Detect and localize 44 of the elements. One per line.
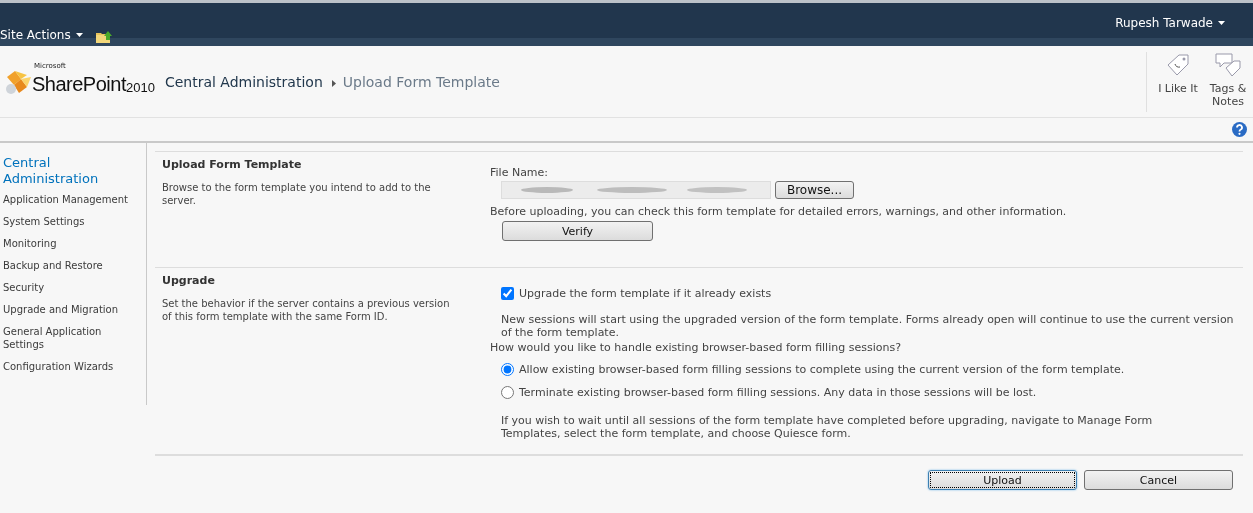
social-button[interactable]: I Like It	[1153, 52, 1203, 112]
radio-label: Allow existing browser-based form filling sessions to complete using the current version of the form template.	[519, 363, 1125, 376]
session-question: How would you like to handle existing browser-based form filling sessions?	[490, 341, 902, 354]
sidebar-link[interactable]: Security	[0, 281, 146, 294]
browse-button[interactable]: Browse...	[775, 181, 854, 199]
breadcrumb-link[interactable]: Central Administration	[164, 73, 323, 90]
user-menu[interactable]: Rupesh Tarwade	[1115, 16, 1225, 30]
sidebar-link[interactable]: System Settings	[0, 215, 146, 228]
page-title: Upload Form Template	[342, 73, 500, 90]
breadcrumb-arrow-icon	[331, 79, 336, 87]
radio-button[interactable]	[501, 386, 514, 399]
sidebar-link[interactable]: Upgrade and Migration	[0, 303, 146, 316]
sidebar-link[interactable]: Backup and Restore	[0, 259, 146, 272]
logo-wordmark: SharePoint	[32, 73, 126, 96]
field-label: File Name:	[490, 166, 550, 179]
help-icon[interactable]	[1232, 122, 1247, 137]
sidebar-link[interactable]: Application Management	[0, 193, 146, 206]
smiley-tag-icon	[1165, 52, 1191, 78]
social-button[interactable]: Tags & Notes	[1203, 52, 1253, 112]
section-description: Set the behavior if the server contains a previous version of this form template with the same Form ID.	[162, 297, 451, 323]
verify-button[interactable]: Verify	[502, 221, 653, 241]
quiesce-note: If you wish to wait until all sessions of the form template have completed before upgrading, navigate to Manage Form Templates, select the form template, and choose Quiesce form.	[500, 414, 1154, 440]
speech-tags-icon	[1214, 52, 1242, 78]
sidebar-link[interactable]: Monitoring	[0, 237, 146, 250]
site-actions-menu[interactable]: Site Actions	[0, 28, 83, 42]
form-button[interactable]: Upload	[928, 470, 1077, 490]
section-title: Upgrade	[162, 274, 216, 287]
verify-note: Before uploading, you can check this form template for detailed errors, warnings, and other information.	[490, 205, 1068, 218]
sidebar-link[interactable]: General Application Settings	[0, 325, 146, 351]
sidebar-heading-link[interactable]: Central Administration	[0, 155, 146, 187]
checkbox-label: Upgrade the form template if it already exists	[519, 287, 772, 300]
folder-arrow-icon[interactable]	[95, 29, 112, 43]
section-description: Browse to the form template you intend to add to the server.	[162, 181, 432, 207]
caret-icon	[75, 33, 83, 37]
upgrade-note: New sessions will start using the upgraded version of the form template. Forms already open will continue to use the current version of the form template.	[500, 313, 1235, 339]
section-title: Upload Form Template	[162, 158, 303, 171]
form-button[interactable]: Cancel	[1084, 470, 1233, 490]
file-field[interactable]	[501, 181, 771, 199]
logo-version: 2010	[125, 80, 155, 95]
sidebar-link[interactable]: Configuration Wizards	[0, 360, 146, 373]
checkbox[interactable]	[501, 287, 514, 300]
radio-label: Terminate existing browser-based form filling sessions. Any data in those sessions will be lost.	[519, 386, 1037, 399]
caret-icon	[1218, 21, 1225, 25]
radio-button[interactable]	[501, 363, 514, 376]
